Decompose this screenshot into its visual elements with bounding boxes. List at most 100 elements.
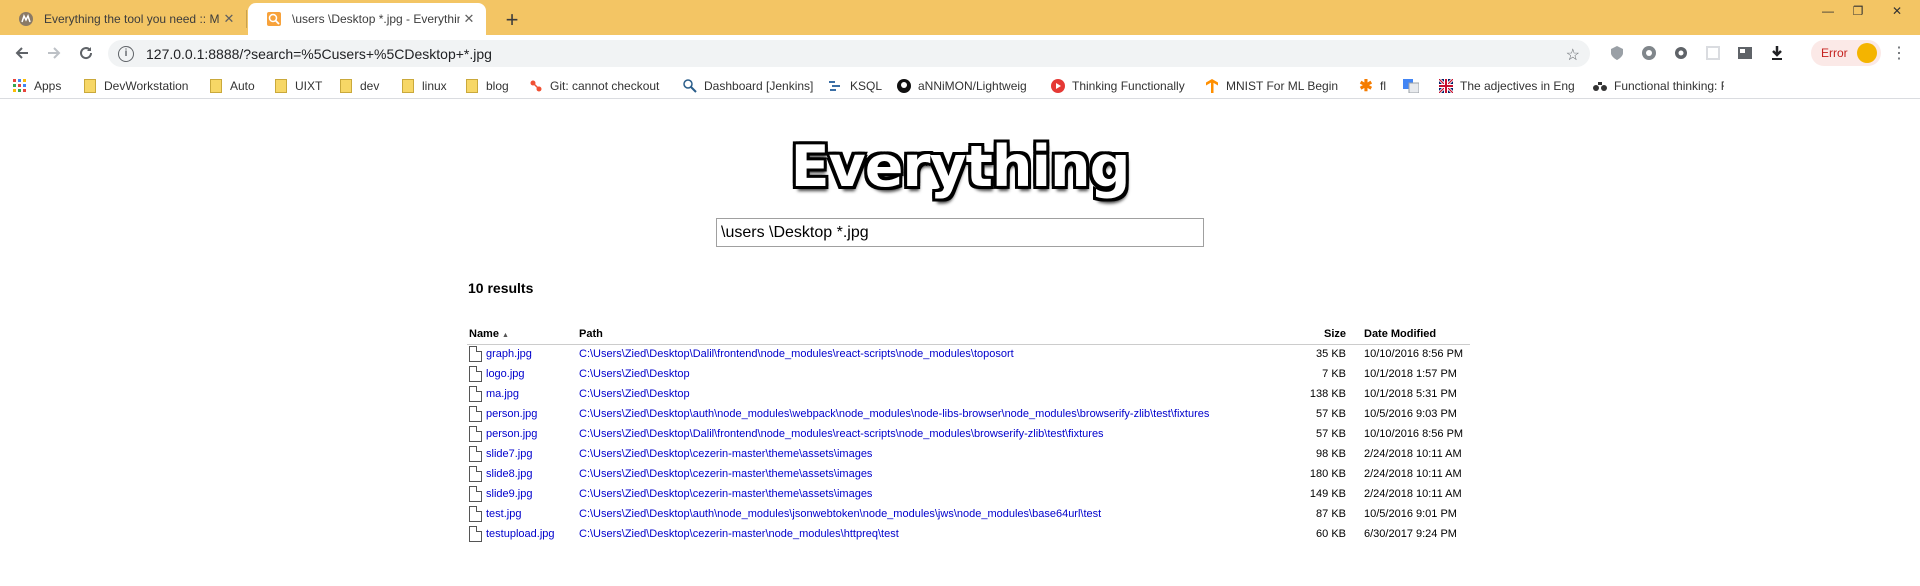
file-size: 98 KB (1316, 448, 1346, 460)
bookmark-star-icon[interactable]: ☆ (1566, 45, 1580, 65)
file-path-link[interactable]: C:\Users\Zied\Desktop\auth\node_modules\… (579, 508, 1101, 520)
menu-kebab-icon[interactable]: ⋮ (1890, 44, 1908, 62)
bookmark-apps[interactable]: Apps (12, 76, 61, 96)
file-icon (469, 506, 482, 522)
extension-grid-icon[interactable] (1704, 44, 1722, 62)
bookmark-label: fl (1380, 79, 1386, 93)
file-size: 149 KB (1309, 488, 1346, 500)
file-name-link[interactable]: person.jpg (486, 428, 537, 440)
ksql-icon (828, 78, 844, 94)
tab-everything-home[interactable]: Everything the tool you need :: M ✕ (0, 3, 246, 35)
file-date-modified: 2/24/2018 10:11 AM (1364, 468, 1462, 480)
download-icon[interactable] (1768, 44, 1786, 62)
bookmark-mnist[interactable]: MNIST For ML Begin (1204, 76, 1338, 96)
table-row: graph.jpg C:\Users\Zied\Desktop\Dalil\fr… (467, 344, 1470, 364)
bookmark-label: Thinking Functionally (1072, 79, 1185, 93)
jenkins-icon (682, 78, 698, 94)
table-row: slide8.jpg C:\Users\Zied\Desktop\cezerin… (467, 464, 1470, 484)
bookmark-label: linux (422, 79, 447, 93)
bookmark-jenkins[interactable]: Dashboard [Jenkins] (682, 76, 813, 96)
file-icon (469, 346, 482, 363)
address-url[interactable]: 127.0.0.1:8888/?search=%5Cusers+%5CDeskt… (146, 46, 492, 62)
file-name-link[interactable]: slide7.jpg (486, 448, 532, 460)
file-path-link[interactable]: C:\Users\Zied\Desktop\cezerin-master\the… (579, 488, 872, 500)
address-bar[interactable]: i 127.0.0.1:8888/?search=%5Cusers+%5CDes… (108, 40, 1590, 67)
file-date-modified: 10/1/2018 1:57 PM (1364, 368, 1457, 380)
file-icon (469, 446, 482, 462)
bookmark-label: Apps (34, 79, 62, 93)
file-size: 7 KB (1322, 368, 1346, 380)
extension-gear-icon[interactable] (1672, 44, 1690, 62)
bookmark-github[interactable]: aNNiMON/Lightweig (896, 76, 1027, 96)
table-row: slide9.jpg C:\Users\Zied\Desktop\cezerin… (467, 484, 1470, 504)
bookmark-adjectives[interactable]: The adjectives in Eng (1438, 76, 1575, 96)
file-path-link[interactable]: C:\Users\Zied\Desktop\cezerin-master\the… (579, 448, 872, 460)
bookmark-folder-uixt[interactable]: UIXT (273, 76, 322, 96)
close-window-icon[interactable]: ✕ (1874, 0, 1920, 22)
bookmark-label: dev (360, 79, 380, 93)
file-path-link[interactable]: C:\Users\Zied\Desktop\auth\node_modules\… (579, 408, 1209, 420)
file-path-link[interactable]: C:\Users\Zied\Desktop (579, 368, 690, 380)
search-input[interactable] (716, 218, 1204, 247)
bookmark-folder-linux[interactable]: linux (400, 76, 447, 96)
tab-divider (246, 10, 247, 28)
bookmark-folder-devworkstation[interactable]: DevWorkstation (82, 76, 188, 96)
file-path-link[interactable]: C:\Users\Zied\Desktop\Dalil\frontend\nod… (579, 428, 1104, 440)
column-header-name[interactable]: Name ▲ (467, 325, 577, 345)
bookmark-git[interactable]: Git: cannot checkout (528, 76, 659, 96)
bookmark-ksql[interactable]: KSQL (828, 76, 882, 96)
reload-icon (80, 47, 93, 60)
translate-icon (1403, 78, 1419, 94)
file-size: 57 KB (1316, 408, 1346, 420)
file-name-link[interactable]: testupload.jpg (486, 528, 555, 540)
file-date-modified: 6/30/2017 9:24 PM (1364, 528, 1457, 540)
back-button[interactable] (8, 39, 36, 67)
info-icon[interactable]: i (118, 45, 134, 62)
bookmark-folder-dev[interactable]: dev (338, 76, 379, 96)
file-path-link[interactable]: C:\Users\Zied\Desktop (579, 388, 690, 400)
table-row: person.jpg C:\Users\Zied\Desktop\auth\no… (467, 404, 1470, 424)
file-path-link[interactable]: C:\Users\Zied\Desktop\cezerin-master\the… (579, 468, 872, 480)
column-header-path[interactable]: Path (577, 325, 1304, 345)
bookmark-label: Functional thinking: F (1614, 79, 1724, 93)
extension-circle-icon[interactable] (1640, 44, 1658, 62)
bookmark-folder-auto[interactable]: Auto (208, 76, 255, 96)
bookmark-folder-blog[interactable]: blog (464, 76, 509, 96)
reload-button[interactable] (72, 39, 100, 67)
extension-image-icon[interactable] (1736, 44, 1754, 62)
file-name-link[interactable]: ma.jpg (486, 388, 519, 400)
forward-button[interactable] (40, 39, 68, 67)
folder-icon (82, 78, 98, 94)
file-name-link[interactable]: test.jpg (486, 508, 521, 520)
bookmarks-bar: Apps DevWorkstation Auto UIXT dev linux … (0, 72, 1920, 99)
bookmark-fl[interactable]: ✱ fl (1358, 76, 1386, 96)
new-tab-button[interactable]: + (498, 6, 526, 34)
bookmark-thinking-functionally[interactable]: Thinking Functionally (1050, 76, 1185, 96)
extension-shield-icon[interactable] (1608, 44, 1626, 62)
close-tab-icon[interactable]: ✕ (460, 10, 478, 28)
table-row: testupload.jpg C:\Users\Zied\Desktop\cez… (467, 524, 1470, 544)
column-header-size[interactable]: Size (1304, 325, 1350, 345)
file-date-modified: 10/1/2018 5:31 PM (1364, 388, 1457, 400)
file-path-link[interactable]: C:\Users\Zied\Desktop\Dalil\frontend\nod… (579, 348, 1014, 360)
bookmark-functional-thinking[interactable]: Functional thinking: F (1592, 76, 1724, 96)
file-name-link[interactable]: logo.jpg (486, 368, 525, 380)
profile-error-button[interactable]: Error (1811, 40, 1881, 66)
apps-grid-icon (12, 78, 28, 94)
file-name-link[interactable]: person.jpg (486, 408, 537, 420)
file-date-modified: 2/24/2018 10:11 AM (1364, 488, 1462, 500)
file-icon (469, 386, 482, 402)
tab-search-results[interactable]: \users \Desktop *.jpg - Everything ✕ (248, 3, 486, 35)
column-header-date-modified[interactable]: Date Modified (1350, 325, 1470, 345)
file-name-link[interactable]: slide8.jpg (486, 468, 532, 480)
file-date-modified: 10/5/2016 9:01 PM (1364, 508, 1457, 520)
close-tab-icon[interactable]: ✕ (220, 10, 238, 28)
file-name-link[interactable]: slide9.jpg (486, 488, 532, 500)
arrow-right-icon (48, 47, 61, 59)
arrow-left-icon (15, 47, 28, 59)
table-header-row: Name ▲ Path Size Date Modified (467, 325, 1470, 345)
bookmark-translate[interactable] (1403, 76, 1425, 96)
file-name-link[interactable]: graph.jpg (486, 348, 532, 360)
file-path-link[interactable]: C:\Users\Zied\Desktop\cezerin-master\nod… (579, 528, 899, 540)
table-row: logo.jpg C:\Users\Zied\Desktop 7 KB 10/1… (467, 364, 1470, 384)
